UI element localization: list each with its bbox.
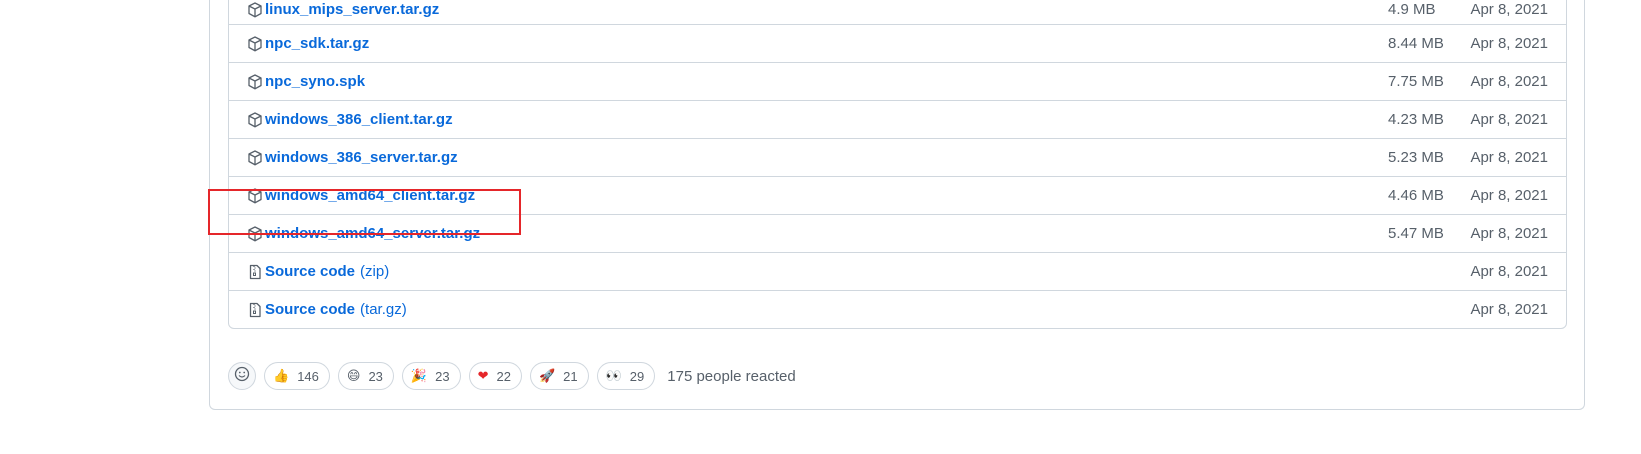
asset-link[interactable]: Source code (zip)	[247, 263, 389, 280]
asset-name: windows_amd64_server.tar.gz	[265, 225, 481, 242]
package-icon	[247, 35, 263, 52]
package-icon	[247, 225, 263, 242]
package-icon	[247, 73, 263, 90]
reactions-bar: 👍 146 😄 23 🎉 23 ❤ 22 🚀 21 👀 29 175 peopl…	[228, 362, 796, 390]
file-zip-icon	[247, 264, 263, 280]
asset-row: Source code (zip) Apr 8, 2021	[229, 252, 1566, 290]
reaction-count: 23	[368, 368, 383, 384]
assets-list: linux_mips_server.tar.gz 4.9 MB Apr 8, 2…	[228, 0, 1567, 329]
asset-date: Apr 8, 2021	[1470, 111, 1548, 128]
asset-name: Source code	[265, 263, 356, 280]
asset-link[interactable]: linux_mips_server.tar.gz	[247, 1, 439, 18]
asset-link[interactable]: npc_sdk.tar.gz	[247, 35, 369, 52]
heart-icon: ❤	[477, 368, 489, 384]
asset-row: windows_386_client.tar.gz 4.23 MB Apr 8,…	[229, 100, 1566, 138]
asset-date: Apr 8, 2021	[1470, 301, 1548, 318]
asset-name: windows_amd64_client.tar.gz	[265, 187, 476, 204]
asset-row: windows_386_server.tar.gz 5.23 MB Apr 8,…	[229, 138, 1566, 176]
asset-size: 8.44 MB	[1388, 35, 1444, 52]
asset-link[interactable]: npc_syno.spk	[247, 73, 365, 90]
reaction-rocket[interactable]: 🚀 21	[529, 362, 589, 390]
asset-date: Apr 8, 2021	[1470, 149, 1548, 166]
asset-link[interactable]: windows_386_client.tar.gz	[247, 111, 453, 128]
asset-size: 4.46 MB	[1388, 187, 1444, 204]
asset-suffix: (tar.gz)	[360, 301, 407, 318]
hooray-icon: 🎉	[410, 368, 428, 384]
asset-size: 7.75 MB	[1388, 73, 1444, 90]
asset-date: Apr 8, 2021	[1470, 35, 1548, 52]
asset-date: Apr 8, 2021	[1470, 263, 1548, 280]
reaction-heart[interactable]: ❤ 22	[468, 362, 522, 390]
reactions-summary[interactable]: 175 people reacted	[667, 368, 795, 385]
asset-name: windows_386_server.tar.gz	[265, 149, 458, 166]
reaction-count: 29	[629, 368, 645, 384]
add-reaction-button[interactable]	[228, 362, 256, 390]
asset-date: Apr 8, 2021	[1470, 73, 1548, 90]
asset-size: 4.9 MB	[1388, 1, 1436, 18]
asset-name: npc_syno.spk	[265, 73, 366, 90]
reaction-eyes[interactable]: 👀 29	[596, 362, 656, 390]
package-icon	[247, 149, 263, 166]
reaction-count: 23	[435, 368, 450, 384]
reaction-thumbs-up[interactable]: 👍 146	[264, 362, 330, 390]
rocket-icon: 🚀	[538, 368, 556, 384]
reaction-laugh[interactable]: 😄 23	[337, 362, 394, 390]
thumbs-up-icon: 👍	[273, 368, 290, 384]
asset-name: Source code	[265, 301, 356, 318]
asset-link[interactable]: windows_amd64_client.tar.gz	[247, 187, 475, 204]
asset-row: linux_mips_server.tar.gz 4.9 MB Apr 8, 2…	[229, 0, 1566, 24]
laugh-icon: 😄	[346, 368, 361, 384]
asset-name: npc_sdk.tar.gz	[265, 35, 370, 52]
asset-date: Apr 8, 2021	[1470, 225, 1548, 242]
eyes-icon: 👀	[605, 368, 622, 384]
asset-row: npc_syno.spk 7.75 MB Apr 8, 2021	[229, 62, 1566, 100]
package-icon	[247, 187, 263, 204]
package-icon	[247, 1, 263, 18]
asset-row: windows_amd64_server.tar.gz 5.47 MB Apr …	[229, 214, 1566, 252]
asset-suffix: (zip)	[360, 263, 390, 280]
asset-link[interactable]: windows_amd64_server.tar.gz	[247, 225, 480, 242]
asset-size: 5.23 MB	[1388, 149, 1444, 166]
asset-link[interactable]: Source code (tar.gz)	[247, 301, 407, 318]
asset-date: Apr 8, 2021	[1470, 1, 1548, 18]
smiley-icon	[234, 366, 250, 387]
asset-row: npc_sdk.tar.gz 8.44 MB Apr 8, 2021	[229, 24, 1566, 62]
package-icon	[247, 111, 263, 128]
asset-name: linux_mips_server.tar.gz	[265, 1, 440, 18]
asset-date: Apr 8, 2021	[1470, 187, 1548, 204]
asset-name: windows_386_client.tar.gz	[265, 111, 453, 128]
asset-link[interactable]: windows_386_server.tar.gz	[247, 149, 458, 166]
reaction-count: 22	[496, 368, 511, 384]
reaction-count: 146	[297, 368, 319, 384]
file-zip-icon	[247, 302, 263, 318]
asset-size: 5.47 MB	[1388, 225, 1444, 242]
reaction-count: 21	[563, 368, 578, 384]
asset-row: Source code (tar.gz) Apr 8, 2021	[229, 290, 1566, 328]
asset-row: windows_amd64_client.tar.gz 4.46 MB Apr …	[229, 176, 1566, 214]
asset-size: 4.23 MB	[1388, 111, 1444, 128]
reaction-hooray[interactable]: 🎉 23	[401, 362, 461, 390]
